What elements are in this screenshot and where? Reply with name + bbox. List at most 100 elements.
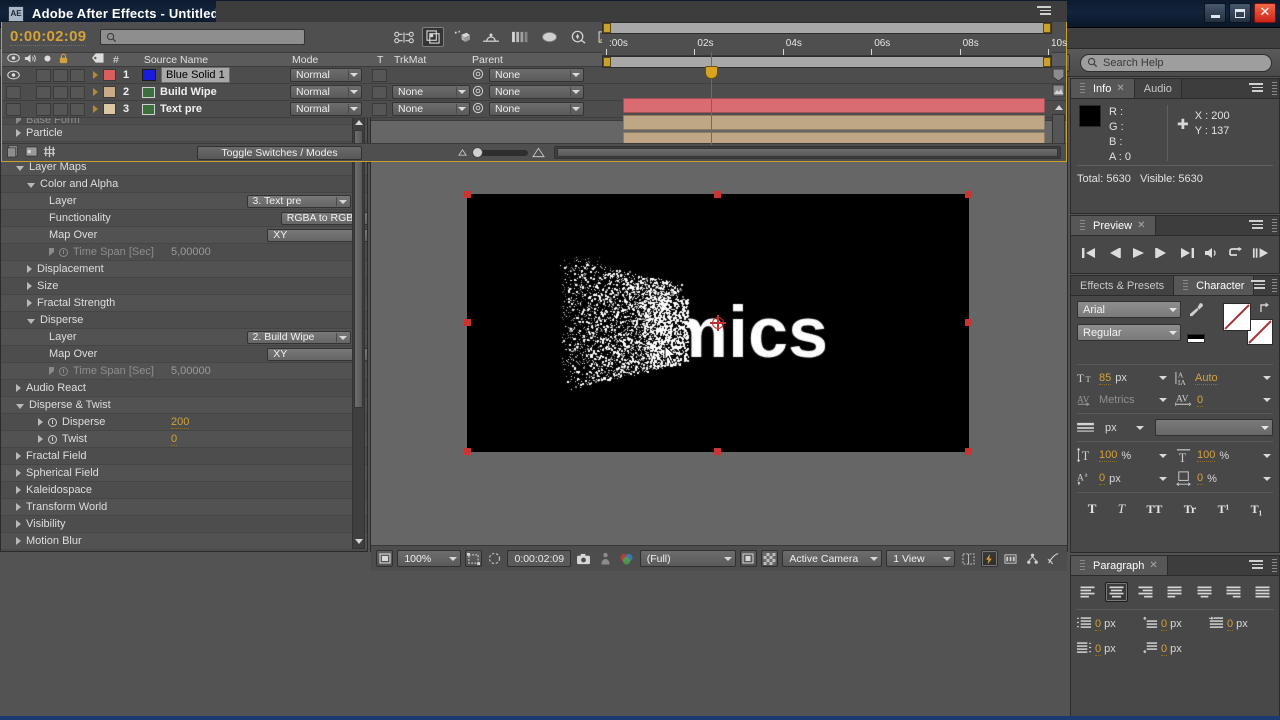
audio-icon[interactable]	[1203, 246, 1219, 263]
close-button[interactable]: ✕	[1254, 3, 1276, 23]
subscript-icon[interactable]: T₁	[1251, 502, 1263, 517]
layer-lock-toggle[interactable]	[70, 86, 85, 99]
effect-property-value[interactable]: 5,00000	[171, 365, 211, 377]
layer-parent-select[interactable]: None	[489, 102, 584, 116]
first-frame-icon[interactable]	[1081, 246, 1097, 263]
parent-pickwhip-icon[interactable]	[472, 68, 484, 83]
effect-property-value[interactable]: 5,00000	[171, 246, 211, 258]
effect-property-row[interactable]: Disperse	[1, 312, 367, 329]
effect-property-row[interactable]: Functionality RGBA to RGBA	[1, 210, 367, 227]
layer-t-toggle[interactable]	[372, 86, 387, 99]
effect-property-row[interactable]: Fractal Strength	[1, 295, 367, 312]
font-size-field[interactable]: TT 85 px	[1077, 370, 1175, 386]
stroke-style-select[interactable]	[1155, 419, 1273, 436]
justify-last-right-icon[interactable]	[1222, 582, 1245, 602]
disclosure-open-icon[interactable]	[27, 183, 35, 188]
layer-visibility-toggle[interactable]	[6, 70, 21, 80]
chevron-down-icon[interactable]	[1263, 398, 1271, 402]
tab-info[interactable]: Info ✕	[1071, 79, 1135, 98]
disclosure-closed-icon[interactable]	[16, 469, 21, 477]
layer-trkmat-select[interactable]: None	[392, 85, 470, 99]
toggle-mask-paths-icon[interactable]	[486, 550, 503, 567]
live-update-icon[interactable]	[393, 27, 415, 47]
timeline-zoom-slider[interactable]	[457, 147, 545, 158]
work-area-start-handle-2[interactable]	[603, 57, 611, 67]
effect-property-row[interactable]: Time Span [Sec] 5,00000	[1, 363, 367, 380]
chevron-down-icon[interactable]	[1159, 376, 1167, 380]
close-icon[interactable]: ✕	[1149, 560, 1157, 571]
scrollbar-thumb[interactable]	[354, 130, 363, 408]
selection-handle-br[interactable]	[965, 448, 972, 455]
tab-audio[interactable]: Audio	[1135, 79, 1182, 98]
effect-property-row[interactable]: Transform World	[1, 499, 367, 516]
work-area-bar-bottom[interactable]	[602, 56, 1052, 68]
justify-last-center-icon[interactable]	[1193, 582, 1216, 602]
disclosure-closed-icon[interactable]	[93, 71, 98, 79]
chevron-down-icon[interactable]	[1159, 398, 1167, 402]
fast-previews-icon[interactable]	[981, 550, 998, 567]
zoom-slider-track[interactable]	[472, 150, 528, 156]
timeline-current-time[interactable]: 0:00:02:09	[10, 28, 86, 46]
stopwatch-icon[interactable]	[59, 367, 68, 376]
kerning-field[interactable]: AV Metrics	[1077, 392, 1175, 408]
timeline-search-input[interactable]	[100, 29, 305, 45]
disclosure-open-icon[interactable]	[16, 404, 24, 409]
align-center-icon[interactable]	[1105, 582, 1128, 602]
layer-parent-select[interactable]: None	[489, 68, 584, 82]
layer-thumbnail-icon[interactable]	[1052, 84, 1065, 98]
reset-exposure-icon[interactable]	[1045, 550, 1062, 567]
disclosure-closed-icon[interactable]	[38, 435, 43, 443]
layer-t-toggle[interactable]	[372, 103, 387, 116]
comp-flowchart-icon[interactable]	[1023, 550, 1040, 567]
panel-menu-icon[interactable]	[1249, 220, 1263, 231]
font-style-select[interactable]: Regular	[1077, 324, 1181, 341]
resolution-select[interactable]: (Full)	[640, 550, 736, 567]
panel-menu-icon[interactable]	[1251, 280, 1265, 291]
effect-property-dropdown[interactable]: 2. Build Wipe	[247, 331, 351, 344]
leading-field[interactable]: A IA Auto	[1175, 370, 1273, 386]
take-snapshot-icon[interactable]	[575, 550, 592, 567]
indent-left-field[interactable]: 0 px	[1076, 616, 1142, 632]
layer-trkmat-select[interactable]: None	[392, 102, 470, 116]
chevron-down-icon[interactable]	[1263, 376, 1271, 380]
layer-parent-select[interactable]: None	[489, 85, 584, 99]
anchor-point-icon[interactable]	[712, 317, 724, 329]
current-time-indicator-head[interactable]	[705, 66, 718, 79]
disclosure-closed-icon[interactable]	[27, 282, 32, 290]
layer-mode-select[interactable]: Normal	[290, 85, 362, 99]
disclosure-closed-icon[interactable]	[49, 248, 54, 256]
stopwatch-icon[interactable]	[48, 435, 57, 444]
zoom-in-icon[interactable]	[532, 147, 545, 158]
panel-menu-icon[interactable]	[1037, 6, 1051, 17]
next-frame-icon[interactable]	[1154, 246, 1170, 263]
brainstorm-icon[interactable]	[538, 27, 560, 47]
hide-shy-icon[interactable]	[451, 27, 473, 47]
effect-property-row[interactable]: Map Over XY	[1, 227, 367, 244]
effect-property-row[interactable]: Map Over XY	[1, 346, 367, 363]
layer-name[interactable]: Text pre	[160, 103, 202, 115]
bold-icon[interactable]: T	[1088, 501, 1097, 517]
layer-mode-select[interactable]: Normal	[290, 68, 362, 82]
effect-property-list[interactable]: Base FormParticleQuick MapsLayer MapsCol…	[1, 115, 367, 549]
effect-property-row[interactable]: Color and Alpha	[1, 176, 367, 193]
selection-handle-mr[interactable]	[965, 319, 972, 326]
chevron-down-icon[interactable]	[1263, 454, 1271, 458]
current-time-display[interactable]: 0:00:02:09	[507, 550, 571, 567]
effect-property-row[interactable]: Size	[1, 278, 367, 295]
panel-menu-icon[interactable]	[1249, 560, 1263, 571]
disclosure-open-icon[interactable]	[16, 166, 24, 171]
scroll-down-arrow[interactable]	[353, 535, 364, 548]
selection-handle-bc[interactable]	[714, 448, 721, 455]
minimize-button[interactable]	[1204, 3, 1226, 23]
superscript-icon[interactable]: T¹	[1218, 502, 1230, 517]
work-area-end-handle-2[interactable]	[1043, 57, 1051, 67]
font-family-select[interactable]: Arial	[1077, 301, 1181, 318]
small-caps-icon[interactable]: Tr	[1184, 502, 1196, 517]
tsume-field[interactable]: 0 %	[1175, 470, 1273, 487]
vertical-scale-field[interactable]: T 100 %	[1077, 447, 1175, 464]
show-snapshot-icon[interactable]	[596, 550, 613, 567]
selection-handle-tc[interactable]	[714, 191, 721, 198]
motion-blur-quality-icon[interactable]	[43, 145, 56, 161]
play-icon[interactable]	[1130, 246, 1146, 263]
work-area-end-handle[interactable]	[1043, 23, 1051, 33]
